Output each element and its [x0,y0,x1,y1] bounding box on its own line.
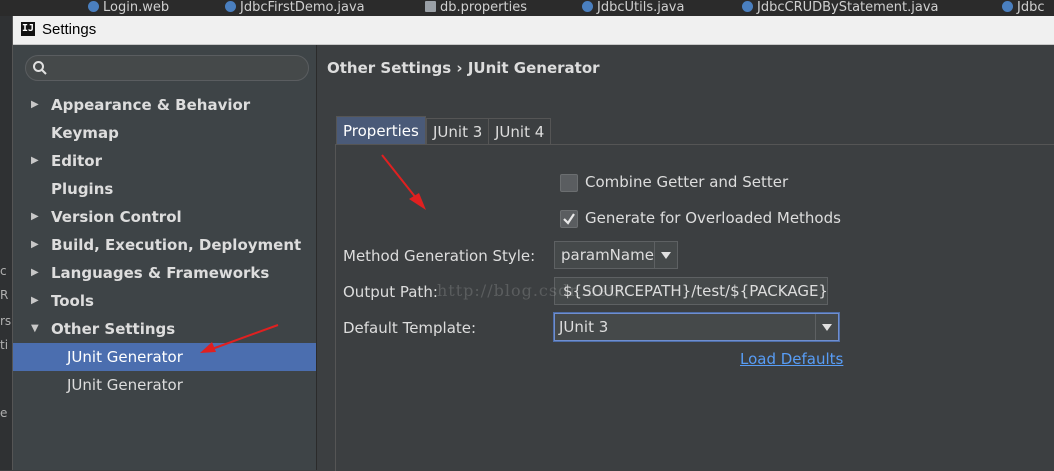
method-style-select[interactable]: paramName [554,241,678,269]
expand-arrow-icon[interactable]: ▶ [31,203,39,231]
default-template-label: Default Template: [343,319,477,337]
default-template-select[interactable]: JUnit 3 [554,313,839,341]
generate-overloaded-label: Generate for Overloaded Methods [585,209,841,227]
file-icon [425,1,436,12]
editor-tab[interactable]: JdbcCRUDByStatement.java [742,1,939,15]
chevron-down-icon[interactable] [654,242,677,268]
settings-content: Other Settings › JUnit Generator Propert… [317,45,1054,471]
combine-getter-setter-label: Combine Getter and Setter [585,173,789,191]
output-path-input[interactable]: ${SOURCEPATH}/test/${PACKAGE}/${FILENAME… [554,277,828,305]
ide-left-gutter: c R rs ti e [0,16,12,470]
expand-arrow-icon[interactable]: ▶ [31,287,39,315]
collapse-arrow-icon[interactable]: ▼ [31,315,39,343]
expand-arrow-icon[interactable]: ▶ [31,231,39,259]
title-bar: IJ Settings [13,16,1054,45]
gutter-text: c [0,264,7,278]
gutter-text: rs [0,314,12,328]
file-icon [742,1,753,12]
gutter-text: R [0,288,9,302]
editor-tab[interactable]: JdbcFirstDemo.java [225,1,365,15]
intellij-app-icon: IJ [21,22,35,36]
tab-junit3[interactable]: JUnit 3 [426,118,490,145]
settings-dialog: IJ Settings ▶ Appearance & Behavior Keym… [12,16,1054,471]
load-defaults-link[interactable]: Load Defaults [740,350,843,368]
settings-sidebar: ▶ Appearance & Behavior Keymap ▶ Editor … [13,45,317,470]
sidebar-item-junit-generator-2[interactable]: JUnit Generator [13,371,316,399]
generate-overloaded-checkbox[interactable] [560,210,578,228]
expand-arrow-icon[interactable]: ▶ [31,147,39,175]
file-icon [582,1,593,12]
editor-tab[interactable]: JdbcUtils.java [582,1,684,15]
dialog-title: Settings [42,21,97,38]
file-icon [88,1,99,12]
tab-properties[interactable]: Properties [336,116,426,145]
expand-arrow-icon[interactable]: ▶ [31,91,39,119]
output-path-label: Output Path: [343,283,438,301]
search-icon [33,61,47,75]
editor-tab[interactable]: Login.web [88,1,169,15]
editor-tab[interactable]: db.properties [425,1,527,15]
tab-junit4[interactable]: JUnit 4 [488,118,552,145]
method-style-label: Method Generation Style: [343,247,536,265]
editor-tab-strip: Login.web JdbcFirstDemo.java db.properti… [0,0,1054,17]
file-icon [225,1,236,12]
file-icon [1002,1,1013,12]
chevron-down-icon[interactable] [815,314,838,340]
gutter-text: e [0,406,8,420]
checkmark-icon [563,213,575,225]
combine-getter-setter-checkbox[interactable] [560,174,578,192]
gutter-text: ti [0,338,9,352]
search-input[interactable] [25,55,309,81]
editor-tab[interactable]: Jdbc [1002,1,1045,15]
expand-arrow-icon[interactable]: ▶ [31,259,39,287]
breadcrumb: Other Settings › JUnit Generator [327,59,600,77]
properties-panel [335,144,1054,471]
sidebar-item-junit-generator[interactable]: JUnit Generator [13,343,316,371]
